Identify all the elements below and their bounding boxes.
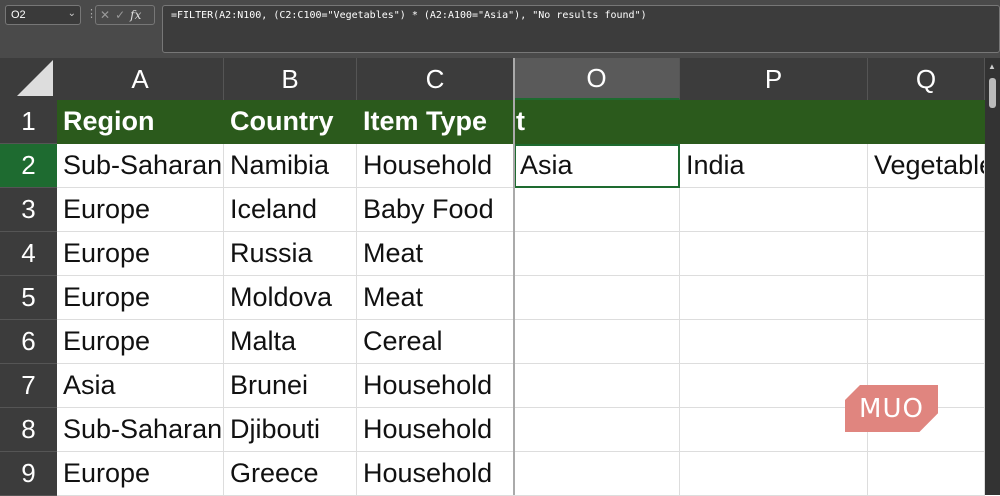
cell-a4[interactable]: Europe [57,232,224,276]
cell-o6[interactable] [514,320,680,364]
cell-b5[interactable]: Moldova [224,276,357,320]
cell-q6[interactable] [868,320,985,364]
cell-p3[interactable] [680,188,868,232]
cell-a3[interactable]: Europe [57,188,224,232]
cell-b2[interactable]: Namibia [224,144,357,188]
cell-c6[interactable]: Cereal [357,320,514,364]
scroll-up-icon[interactable]: ▲ [988,62,996,71]
cell-b6[interactable]: Malta [224,320,357,364]
cell-p5[interactable] [680,276,868,320]
cell-o8[interactable] [514,408,680,452]
cell-a7[interactable]: Asia [57,364,224,408]
cell-p9[interactable] [680,452,868,496]
select-all-triangle-icon [17,60,53,96]
row-header-3[interactable]: 3 [0,188,57,232]
muo-watermark-logo: MUO [845,385,938,432]
cell-c5[interactable]: Meat [357,276,514,320]
cell-p7[interactable] [680,364,868,408]
cell-b3[interactable]: Iceland [224,188,357,232]
column-header-c[interactable]: C [357,58,514,100]
row-header-2[interactable]: 2 [0,144,57,188]
cell-a9[interactable]: Europe [57,452,224,496]
cell-q5[interactable] [868,276,985,320]
cell-o2[interactable]: Asia [514,144,680,188]
cell-o3[interactable] [514,188,680,232]
cell-p8[interactable] [680,408,868,452]
column-header-a[interactable]: A [57,58,224,100]
cell-q9[interactable] [868,452,985,496]
cell-b4[interactable]: Russia [224,232,357,276]
cell-c4[interactable]: Meat [357,232,514,276]
column-header-p[interactable]: P [680,58,868,100]
row-header-6[interactable]: 6 [0,320,57,364]
insert-function-icon[interactable]: fx [130,8,141,22]
cell-c8[interactable]: Household [357,408,514,452]
formula-buttons: ✕ ✓ fx [95,5,155,25]
freeze-pane-divider [513,58,515,495]
cell-c3[interactable]: Baby Food [357,188,514,232]
cell-p2[interactable]: India [680,144,868,188]
cell-c2[interactable]: Household [357,144,514,188]
row-header-4[interactable]: 4 [0,232,57,276]
cell-o5[interactable] [514,276,680,320]
select-all-button[interactable] [0,58,57,100]
name-box[interactable]: O2 ⌄ [5,5,81,25]
row-header-9[interactable]: 9 [0,452,57,496]
cell-o9[interactable] [514,452,680,496]
cell-o4[interactable] [514,232,680,276]
cell-q3[interactable] [868,188,985,232]
scrollbar-thumb[interactable] [989,78,996,108]
cell-c9[interactable]: Household [357,452,514,496]
cell-a2[interactable]: Sub-Saharan Africa [57,144,224,188]
chevron-down-icon[interactable]: ⌄ [68,8,76,19]
cell-b9[interactable]: Greece [224,452,357,496]
vertical-scrollbar[interactable]: ▲ [985,58,1000,495]
name-box-value: O2 [11,9,26,21]
enter-icon[interactable]: ✓ [115,8,125,22]
row-header-8[interactable]: 8 [0,408,57,452]
cell-q4[interactable] [868,232,985,276]
formula-bar-area: O2 ⌄ ⋮ ✕ ✓ fx =FILTER(A2:N100, (C2:C100="Ve… [0,0,1000,58]
cell-a5[interactable]: Europe [57,276,224,320]
cell-b8[interactable]: Djibouti [224,408,357,452]
column-header-o[interactable]: O [514,58,680,100]
cell-a6[interactable]: Europe [57,320,224,364]
row-header-1[interactable]: 1 [0,100,57,144]
cell-b1[interactable]: Country [224,100,357,144]
cell-b7[interactable]: Brunei [224,364,357,408]
cancel-icon[interactable]: ✕ [100,8,110,22]
cell-p4[interactable] [680,232,868,276]
cell-o7[interactable] [514,364,680,408]
cell-c1[interactable]: Item Type [357,100,514,144]
cell-c7[interactable]: Household [357,364,514,408]
row-header-5[interactable]: 5 [0,276,57,320]
formula-input[interactable]: =FILTER(A2:N100, (C2:C100="Vegetables") … [162,5,1000,53]
cell-a8[interactable]: Sub-Saharan Africa [57,408,224,452]
cell-o1[interactable]: t [514,100,680,144]
cell-q2[interactable]: Vegetables [868,144,985,188]
cell-a1[interactable]: Region [57,100,224,144]
column-header-b[interactable]: B [224,58,357,100]
column-header-q[interactable]: Q [868,58,985,100]
cell-p6[interactable] [680,320,868,364]
row-header-7[interactable]: 7 [0,364,57,408]
